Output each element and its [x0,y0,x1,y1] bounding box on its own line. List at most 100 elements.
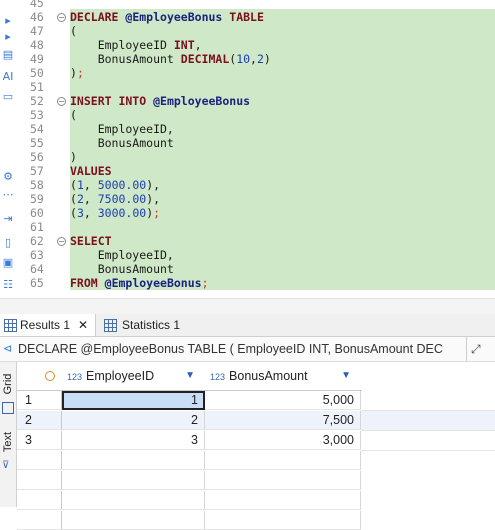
tab-statistics-1[interactable]: Statistics 1 [100,314,195,336]
cell-employeeid[interactable]: 1 [62,391,205,410]
select-all-icon[interactable] [45,371,55,381]
line-number: 45 [30,0,44,10]
code-text: (1, 5000.00), [70,178,161,192]
code-line[interactable]: 53 ( [0,108,495,122]
code-text: EmployeeID, [70,122,174,136]
empty-cell[interactable] [62,511,205,530]
cell-employeeid[interactable]: 3 [62,431,205,450]
tab-results-1[interactable]: Results 1 ✕ [0,314,96,336]
line-number: 52 [30,94,44,108]
line-number: 59 [30,192,44,206]
empty-cell[interactable] [205,491,361,510]
code-line[interactable]: 61 [0,220,495,234]
line-number: 56 [30,150,44,164]
code-line[interactable]: 63 EmployeeID, [0,248,495,262]
empty-cell[interactable] [62,451,205,470]
fold-toggle-icon[interactable]: − [57,97,66,106]
code-line[interactable]: 59 (2, 7500.00), [0,192,495,206]
cell-employeeid[interactable]: 2 [62,411,205,430]
expand-icon[interactable]: ⤢ [466,337,481,361]
line-number: 61 [30,220,44,234]
column-label: BonusAmount [229,369,308,383]
results-tabbar: Results 1 ✕ Statistics 1 [0,314,495,337]
close-icon[interactable]: ✕ [78,314,88,336]
column-header-employeeid[interactable]: 123 EmployeeID ▼ [62,362,206,391]
empty-cell[interactable] [361,411,495,431]
code-text: BonusAmount [70,136,174,150]
code-line[interactable]: 65 FROM @EmployeeBonus; [0,276,495,290]
code-text: BonusAmount [70,262,174,276]
grid-icon [4,319,17,332]
code-line[interactable]: 48 EmployeeID INT, [0,38,495,52]
query-text: DECLARE @EmployeeBonus TABLE ( EmployeeI… [18,342,443,356]
empty-cell[interactable] [205,471,361,490]
number-type-icon: 123 [67,372,83,382]
code-text: VALUES [70,164,112,178]
code-text: BonusAmount DECIMAL(10,2) [70,52,271,66]
code-line[interactable]: 54 EmployeeID, [0,122,495,136]
code-text: ); [70,66,84,80]
code-line[interactable]: 52 − INSERT INTO @EmployeeBonus [0,94,495,108]
code-text: INSERT INTO @EmployeeBonus [70,94,251,108]
line-number: 64 [30,262,44,276]
row-number-header[interactable] [17,362,63,391]
line-number: 50 [30,66,44,80]
empty-cell[interactable] [205,511,361,530]
code-line[interactable]: 64 BonusAmount [0,262,495,276]
fold-toggle-icon[interactable]: − [57,13,66,22]
line-number: 46 [30,10,44,24]
line-number: 53 [30,108,44,122]
column-header-bonusamount[interactable]: 123 BonusAmount ▼ [205,362,362,391]
code-text: (2, 7500.00), [70,192,161,206]
empty-cell[interactable] [205,451,361,470]
code-line[interactable]: 47 ( [0,24,495,38]
code-line[interactable]: 46 − DECLARE @EmployeeBonus TABLE [0,10,495,24]
code-line[interactable]: 51 [0,80,495,94]
cell-bonusamount[interactable]: 7,500 [205,411,361,430]
line-number: 49 [30,52,44,66]
editor-results-divider[interactable] [0,298,495,315]
code-line[interactable]: 49 BonusAmount DECIMAL(10,2) [0,52,495,66]
empty-cell[interactable] [361,391,495,411]
row-number[interactable]: 3 [17,431,62,450]
empty-cell[interactable] [62,471,205,490]
line-number: 51 [30,80,44,94]
side-tab-text[interactable]: Text [2,428,14,456]
column-label: EmployeeID [86,369,155,383]
line-number: 57 [30,164,44,178]
empty-row-number[interactable] [17,511,62,530]
code-line[interactable]: 56) [0,150,495,164]
empty-row-number[interactable] [17,491,62,510]
code-line[interactable]: 50); [0,66,495,80]
fold-toggle-icon[interactable]: − [57,237,66,246]
line-number: 65 [30,276,44,290]
line-number: 55 [30,136,44,150]
code-line[interactable]: 58 (1, 5000.00), [0,178,495,192]
grid-view-icon[interactable] [2,402,14,414]
sort-arrow-icon[interactable]: ▼ [341,362,351,390]
code-text: EmployeeID INT, [70,38,202,52]
empty-cell[interactable] [361,431,495,451]
empty-row-number[interactable] [17,471,62,490]
empty-cell[interactable] [62,491,205,510]
empty-header-space [361,362,495,390]
code-text: (3, 3000.00); [70,206,161,220]
empty-row-number[interactable] [17,451,62,470]
code-line[interactable]: 55 BonusAmount [0,136,495,150]
view-mode-sidebar: Grid Text ⊽ [0,362,17,507]
sql-editor[interactable]: ▸ ▸ ▤ AI ▭ ⚙ ⋯ ⇥ ▯ ▣ ☷ 45 46− DECLARE @Emp… [0,0,495,298]
line-number: 62 [30,234,44,248]
row-number[interactable]: 2 [17,411,62,430]
code-line[interactable]: 57 VALUES [0,164,495,178]
sort-arrow-icon[interactable]: ▼ [185,362,195,390]
cell-bonusamount[interactable]: 5,000 [205,391,361,410]
code-line[interactable]: 45 [0,0,495,10]
line-number: 58 [30,178,44,192]
code-line[interactable]: 60 (3, 3000.00); [0,206,495,220]
cell-bonusamount[interactable]: 3,000 [205,431,361,450]
side-tab-grid[interactable]: Grid [2,370,14,398]
code-line[interactable]: 62 − SELECT [0,234,495,248]
filter-icon[interactable]: ⊽ [2,460,9,471]
row-number[interactable]: 1 [17,391,62,410]
grid-icon [104,319,117,332]
